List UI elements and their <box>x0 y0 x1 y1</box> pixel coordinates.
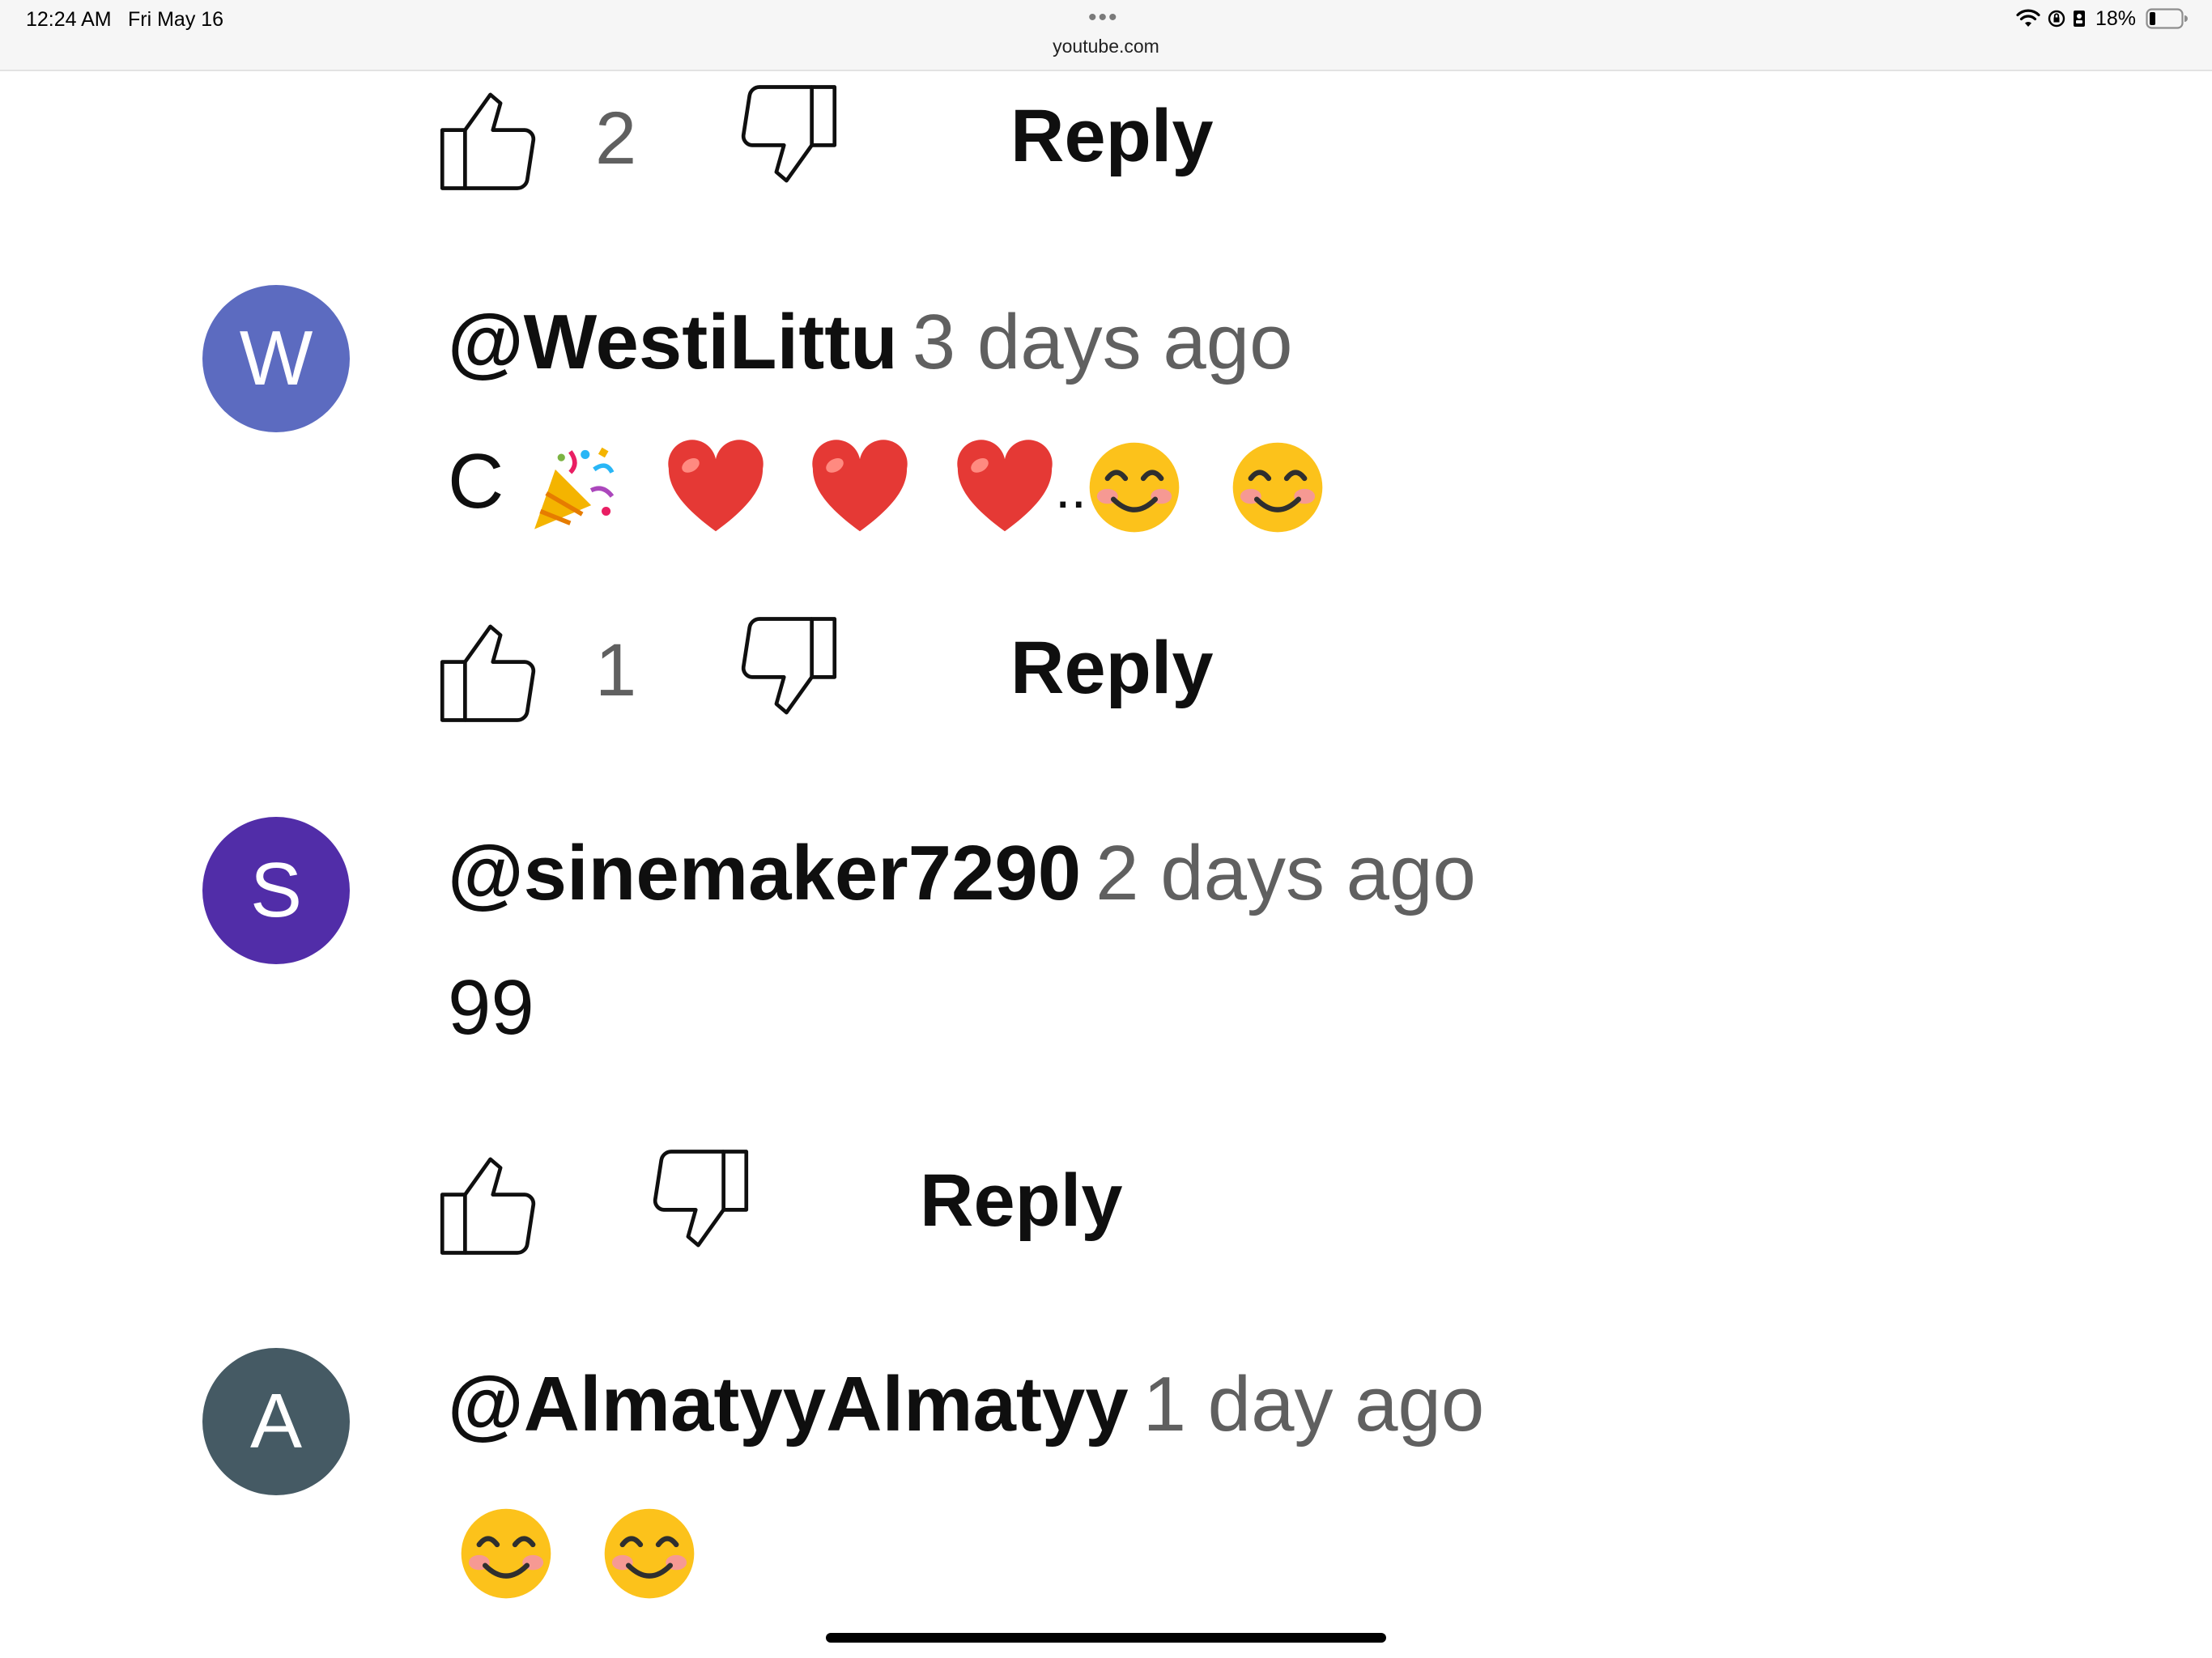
comment-header: @AlmatyyAlmatyy 1 day ago <box>448 1360 1484 1449</box>
smiling-face-icon <box>1230 440 1325 535</box>
smiling-face-icon <box>602 1506 697 1601</box>
red-heart-icon <box>810 439 910 535</box>
red-heart-icon <box>955 439 1055 535</box>
avatar[interactable]: W <box>202 285 350 432</box>
comment-header: @WestiLittu 3 days ago <box>448 298 1292 387</box>
like-button[interactable] <box>437 609 559 730</box>
comment-actions: Reply <box>0 1141 2212 1263</box>
comment-text-dots: .. <box>1055 457 1087 520</box>
thumbs-up-icon <box>437 1157 559 1266</box>
avatar[interactable]: A <box>202 1348 350 1495</box>
dislike-button[interactable] <box>718 77 840 198</box>
comment-timestamp[interactable]: 2 days ago <box>1095 830 1476 916</box>
like-button[interactable] <box>437 1141 559 1263</box>
comment-text <box>458 1499 697 1601</box>
home-indicator[interactable] <box>826 1633 1386 1643</box>
comment-author[interactable]: @AlmatyyAlmatyy <box>448 1361 1129 1448</box>
comment-timestamp[interactable]: 3 days ago <box>912 299 1293 385</box>
reply-button[interactable]: Reply <box>1010 623 1214 712</box>
comment-actions-top: 2 Reply <box>0 77 2212 198</box>
comment-text: 99 <box>448 964 534 1051</box>
comment-header: @sinemaker7290 2 days ago <box>448 829 1476 918</box>
comment-author[interactable]: @WestiLittu <box>448 299 898 385</box>
party-popper-icon <box>525 440 621 535</box>
comment-text: C .. <box>448 433 1325 537</box>
comment-actions: 1 Reply <box>0 609 2212 730</box>
avatar[interactable]: S <box>202 817 350 964</box>
reply-button[interactable]: Reply <box>920 1156 1123 1245</box>
like-button[interactable] <box>437 77 559 198</box>
dislike-button[interactable] <box>718 609 840 730</box>
comment-author[interactable]: @sinemaker7290 <box>448 830 1081 916</box>
comment-text-prefix: C <box>448 438 504 525</box>
red-heart-icon <box>666 439 766 535</box>
comment-timestamp[interactable]: 1 day ago <box>1143 1361 1485 1448</box>
like-count: 1 <box>595 629 637 712</box>
like-count: 2 <box>595 97 637 180</box>
thumbs-up-icon <box>437 92 559 202</box>
reply-button[interactable]: Reply <box>1010 91 1214 181</box>
smiling-face-icon <box>1087 440 1182 535</box>
thumbs-down-icon <box>630 1150 751 1266</box>
dislike-button[interactable] <box>630 1141 751 1263</box>
thumbs-down-icon <box>718 85 840 202</box>
thumbs-down-icon <box>718 617 840 733</box>
comments-thread: 2 Reply W @WestiLittu 3 days ago C .. 1 … <box>0 0 2212 1658</box>
smiling-face-icon <box>458 1506 554 1601</box>
thumbs-up-icon <box>437 624 559 733</box>
